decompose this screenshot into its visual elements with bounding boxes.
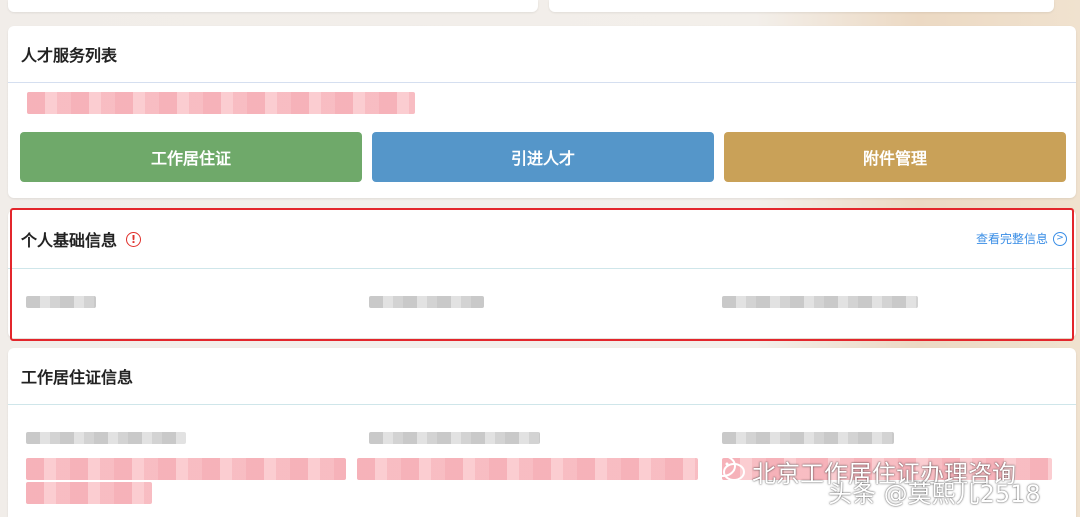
redacted-value <box>26 482 152 504</box>
redacted-field <box>369 296 484 308</box>
wechat-icon <box>710 455 745 481</box>
redacted-field <box>722 296 918 308</box>
redacted-field <box>26 432 186 444</box>
redacted-field <box>722 432 894 444</box>
work-permit-button[interactable]: 工作居住证 <box>20 132 362 182</box>
attachment-management-button[interactable]: 附件管理 <box>724 132 1066 182</box>
service-list-title: 人才服务列表 <box>21 46 118 65</box>
top-card-left <box>8 0 538 12</box>
permit-info-title: 工作居住证信息 <box>21 368 134 387</box>
chevron-right-icon[interactable]: > <box>1053 231 1067 246</box>
personal-info-divider <box>8 268 1076 269</box>
redacted-field <box>26 296 96 308</box>
personal-info-card: 个人基础信息 ! 查看完整信息 > <box>8 210 1076 338</box>
permit-info-divider <box>8 404 1076 405</box>
talent-introduction-button[interactable]: 引进人才 <box>372 132 714 182</box>
view-full-info-label[interactable]: 查看完整信息 <box>976 230 1048 247</box>
service-list-card: 人才服务列表 工作居住证 引进人才 附件管理 <box>8 26 1076 198</box>
redacted-user-line <box>27 92 415 114</box>
redacted-value <box>26 458 346 480</box>
alert-icon[interactable]: ! <box>126 231 142 247</box>
redacted-value <box>357 458 698 480</box>
toutiao-watermark: 头条 @莫熙儿2518 <box>828 480 1041 508</box>
top-card-right <box>549 0 1054 12</box>
personal-info-header: 个人基础信息 ! <box>8 210 1076 268</box>
redacted-field <box>369 432 540 444</box>
view-full-info-link[interactable]: 查看完整信息 > <box>976 230 1067 247</box>
personal-info-title: 个人基础信息 <box>21 231 118 250</box>
service-list-divider <box>8 82 1076 83</box>
